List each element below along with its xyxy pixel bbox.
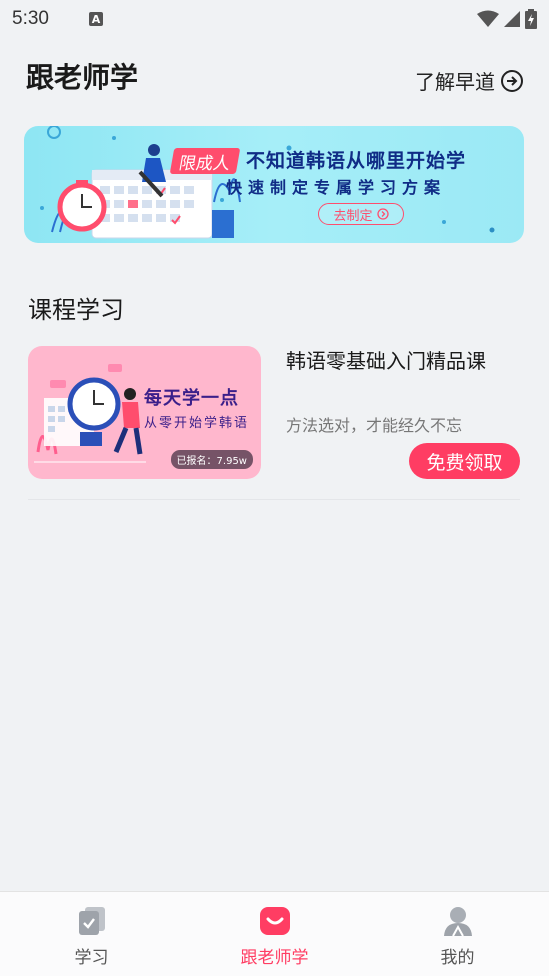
- course-thumbnail[interactable]: 每天学一点 从零开始学韩语 已报名：7.95w: [28, 346, 261, 479]
- signal-icon: [504, 11, 520, 27]
- study-icon: [76, 905, 108, 937]
- status-time: 5:30: [12, 8, 49, 29]
- notification-icon: A: [88, 12, 103, 26]
- nav-item-profile[interactable]: 我的: [366, 892, 549, 976]
- learn-about-link[interactable]: 了解早道: [415, 66, 523, 95]
- wifi-icon: [477, 10, 499, 27]
- make-plan-button[interactable]: 去制定: [318, 203, 404, 225]
- clock-person-illustration: [34, 364, 146, 463]
- enrolled-count-badge: 已报名：7.95w: [170, 450, 253, 469]
- promo-banner[interactable]: 限成人 不知道韩语从哪里开始学 快速制定专属学习方案 去制定: [24, 126, 524, 243]
- nav-label-teacher: 跟老师学: [240, 948, 309, 968]
- course-title[interactable]: 韩语零基础入门精品课: [286, 348, 514, 375]
- status-bar: 5:30 A: [0, 0, 549, 38]
- adult-tag: 限成人: [169, 148, 241, 174]
- nav-item-teacher[interactable]: 跟老师学: [183, 892, 366, 976]
- teacher-icon: [259, 905, 291, 937]
- nav-item-study[interactable]: 学习: [0, 892, 183, 976]
- free-claim-button[interactable]: 免费领取: [409, 443, 520, 479]
- learn-about-label: 了解早道: [415, 70, 495, 94]
- nav-label-profile: 我的: [440, 948, 475, 968]
- course-card[interactable]: 每天学一点 从零开始学韩语 已报名：7.95w 韩语零基础入门精品课 方法选对，…: [28, 346, 520, 500]
- status-indicators: [477, 9, 537, 29]
- section-title: 课程学习: [28, 296, 124, 324]
- page-title: 跟老师学: [26, 61, 139, 94]
- nav-label-study: 学习: [74, 948, 109, 968]
- arrow-right-circle-icon: [376, 208, 389, 220]
- course-subtitle: 方法选对，才能经久不忘: [286, 416, 463, 435]
- thumbnail-headline: 每天学一点: [144, 388, 239, 409]
- battery-icon: [525, 9, 537, 29]
- make-plan-label: 去制定: [333, 208, 373, 224]
- banner-headline: 不知道韩语从哪里开始学: [246, 150, 467, 172]
- thumbnail-subheadline: 从零开始学韩语: [144, 416, 250, 431]
- bottom-navigation: 学习 跟老师学 我的: [0, 891, 549, 976]
- banner-subheadline: 快速制定专属学习方案: [226, 178, 447, 197]
- profile-icon: [442, 905, 474, 937]
- arrow-right-circle-icon: [501, 69, 523, 92]
